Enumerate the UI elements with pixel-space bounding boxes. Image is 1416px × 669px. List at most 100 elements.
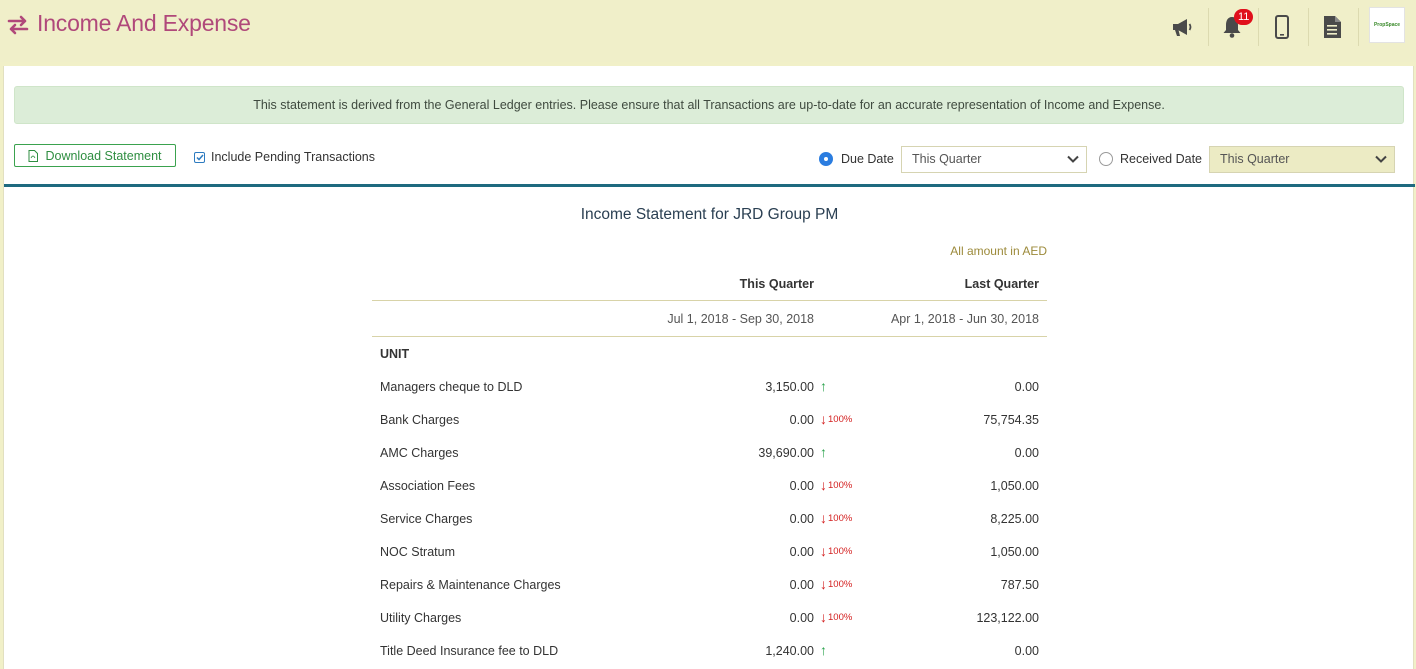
due-date-label: Due Date [841,152,894,166]
header-separator [1358,8,1359,46]
arrow-down-icon: ↓ [820,510,827,526]
row-account-name: Utility Charges [380,611,462,625]
row-account-name: Title Deed Insurance fee to DLD [380,644,559,658]
row-last-quarter-amount: 0.00 [1014,380,1039,394]
row-account-name: NOC Stratum [380,545,456,559]
row-trend-indicator: ↓ 100% [820,477,853,493]
row-trend-indicator: ↑ [820,642,827,658]
row-account-name: Association Fees [380,479,476,493]
row-this-quarter-amount: 3,150.00 [765,380,814,394]
row-trend-indicator: ↓ 100% [820,609,853,625]
statement-title: Income Statement for JRD Group PM [580,206,839,223]
row-this-quarter-amount: 0.00 [789,413,814,427]
date-range-rule [372,336,1047,337]
row-this-quarter-amount: 0.00 [789,611,814,625]
row-account-name: Managers cheque to DLD [380,380,523,394]
row-change-percent: 100% [828,612,853,623]
include-pending-checkbox[interactable] [194,151,205,163]
due-date-value: This Quarter [912,152,982,166]
documents-button[interactable] [1309,6,1355,48]
due-date-radio[interactable] [819,152,833,166]
row-this-quarter-amount: 1,240.00 [765,644,814,658]
document-icon [1324,16,1341,38]
row-this-quarter-amount: 0.00 [789,512,814,526]
row-change-percent: 100% [828,414,853,425]
statement-row: AMC Charges 39,690.00 ↑ 0.00 [372,444,1047,466]
arrow-down-icon: ↓ [820,477,827,493]
swap-arrows-icon[interactable] [6,14,30,36]
arrow-down-icon: ↓ [820,543,827,559]
row-trend-indicator: ↓ 100% [820,543,853,559]
arrow-up-icon: ↑ [820,642,827,658]
statement-row: NOC Stratum 0.00 ↓ 100% 1,050.00 [372,543,1047,565]
statement-row: Association Fees 0.00 ↓ 100% 1,050.00 [372,477,1047,499]
received-date-radio[interactable] [1099,152,1113,166]
include-pending-label: Include Pending Transactions [211,150,375,164]
top-header: Income And Expense 11 PropSpace [0,0,1416,62]
range-this-quarter: Jul 1, 2018 - Sep 30, 2018 [667,312,814,326]
page-title: Income And Expense [37,10,251,36]
arrow-down-icon: ↓ [820,411,827,427]
range-last-quarter: Apr 1, 2018 - Jun 30, 2018 [890,312,1039,326]
row-this-quarter-amount: 0.00 [789,578,814,592]
row-change-percent: 100% [828,546,853,557]
company-logo[interactable]: PropSpace [1369,7,1405,43]
row-last-quarter-amount: 0.00 [1014,644,1039,658]
megaphone-icon [1173,19,1192,36]
announcements-button[interactable] [1159,6,1205,48]
checkmark-icon [195,154,204,161]
row-account-name: Bank Charges [380,413,460,427]
row-change-percent: 100% [828,480,853,491]
arrow-down-icon: ↓ [820,609,827,625]
row-account-name: Repairs & Maintenance Charges [380,578,561,592]
notifications-button[interactable]: 11 [1209,6,1255,48]
chevron-down-icon [1067,155,1079,163]
chevron-down-icon [1375,155,1387,163]
row-trend-indicator: ↑ [820,444,827,460]
section-label-unit: UNIT [380,347,410,361]
download-statement-label: Download Statement [45,148,162,163]
row-account-name: Service Charges [380,512,473,526]
statement-row: Service Charges 0.00 ↓ 100% 8,225.00 [372,510,1047,532]
due-date-select[interactable]: This Quarter [901,146,1087,173]
statement-row: Utility Charges 0.00 ↓ 100% 123,122.00 [372,609,1047,631]
mobile-app-button[interactable] [1259,6,1305,48]
received-date-label: Received Date [1120,152,1202,166]
statement-row: Repairs & Maintenance Charges 0.00 ↓ 100% 78… [372,576,1047,598]
main-panel: This statement is derived from the Gener… [3,66,1415,669]
logo-text: PropSpace [1373,22,1401,28]
currency-note: All amount in AED [950,244,1047,258]
row-last-quarter-amount: 0.00 [1014,446,1039,460]
column-header-last-quarter: Last Quarter [964,277,1039,291]
mobile-phone-icon [1275,15,1289,39]
row-this-quarter-amount: 0.00 [789,545,814,559]
arrow-down-icon: ↓ [820,576,827,592]
notification-badge: 11 [1234,9,1254,25]
row-trend-indicator: ↑ [820,378,827,394]
statement-row: Title Deed Insurance fee to DLD 1,240.00 ↑… [372,642,1047,664]
pdf-file-icon [28,149,39,162]
row-last-quarter-amount: 1,050.00 [990,479,1039,493]
header-rule [372,300,1047,301]
row-last-quarter-amount: 787.50 [1000,578,1039,592]
column-header-this-quarter: This Quarter [739,277,814,291]
row-last-quarter-amount: 8,225.00 [990,512,1039,526]
section-divider [4,184,1415,187]
row-trend-indicator: ↓ 100% [820,510,853,526]
arrow-up-icon: ↑ [820,378,827,394]
received-date-select[interactable]: This Quarter [1209,146,1395,173]
row-change-percent: 100% [828,579,853,590]
row-last-quarter-amount: 75,754.35 [983,413,1039,427]
row-this-quarter-amount: 39,690.00 [758,446,814,460]
row-change-percent: 100% [828,513,853,524]
row-last-quarter-amount: 123,122.00 [976,611,1039,625]
row-last-quarter-amount: 1,050.00 [990,545,1039,559]
info-notice: This statement is derived from the Gener… [14,86,1404,124]
include-pending-toggle[interactable]: Include Pending Transactions [194,150,375,164]
statement-row: Managers cheque to DLD 3,150.00 ↑ 0.00 [372,378,1047,400]
download-statement-button[interactable]: Download Statement [14,144,176,167]
row-trend-indicator: ↓ 100% [820,576,853,592]
row-account-name: AMC Charges [380,446,459,460]
statement-row: Bank Charges 0.00 ↓ 100% 75,754.35 [372,411,1047,433]
arrow-up-icon: ↑ [820,444,827,460]
